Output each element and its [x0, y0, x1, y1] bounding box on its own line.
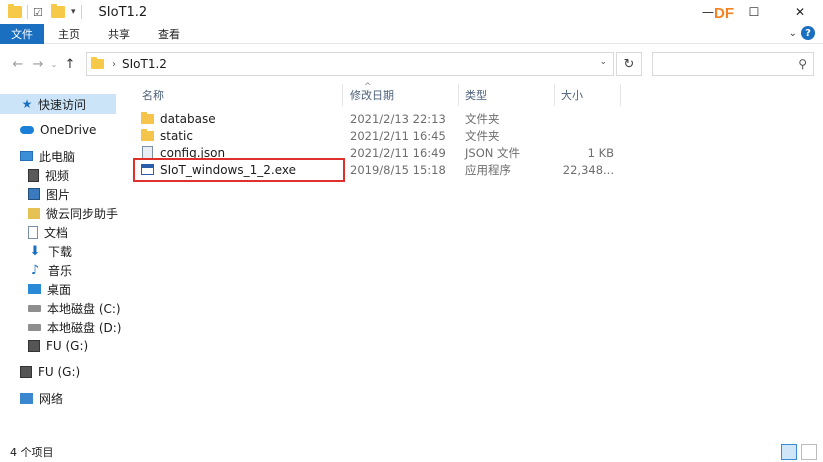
help-icon[interactable]: ?: [801, 26, 815, 40]
file-date: 2019/8/15 15:18: [350, 162, 446, 177]
sidebar-item-desktop[interactable]: 桌面: [0, 279, 71, 299]
desktop-icon: [28, 284, 41, 294]
refresh-button[interactable]: ↻: [616, 52, 642, 76]
sidebar-item-drive-c[interactable]: 本地磁盘 (C:): [0, 298, 121, 318]
forward-arrow-icon[interactable]: →: [28, 54, 48, 74]
sidebar-item-music[interactable]: ♪ 音乐: [0, 260, 72, 280]
maximize-button[interactable]: ☐: [731, 0, 777, 24]
chevron-right-icon[interactable]: ›: [112, 59, 116, 70]
sidebar-item-onedrive[interactable]: OneDrive: [0, 120, 96, 140]
music-icon: ♪: [30, 262, 40, 278]
computer-icon: [20, 151, 33, 161]
file-size: [548, 127, 614, 144]
folder-icon: [141, 111, 154, 124]
sidebar-item-drive-g-root[interactable]: FU (G:): [0, 362, 80, 382]
file-size: 22,348...: [562, 162, 614, 177]
file-list: 名称 ^ 修改日期 类型 大小 database 2021/2/13 22:13…: [128, 82, 823, 442]
pictures-icon: [28, 188, 40, 200]
up-arrow-icon[interactable]: ↑: [60, 54, 80, 74]
sidebar-item-network[interactable]: 网络: [0, 388, 63, 408]
column-divider[interactable]: [554, 84, 555, 106]
column-header-type[interactable]: 类型: [465, 84, 487, 106]
recent-locations-icon[interactable]: ⌄: [48, 54, 60, 74]
minimize-button[interactable]: —: [685, 0, 731, 24]
sidebar-item-documents[interactable]: 文档: [0, 222, 68, 242]
navigation-bar: ← → ⌄ ↑ › SIoT1.2 ⌄ ↻ ⚲: [0, 44, 823, 84]
refresh-icon: ↻: [623, 56, 635, 72]
divider: [27, 5, 28, 19]
highlight-annotation: [133, 158, 345, 182]
sidebar-item-videos[interactable]: 视频: [0, 165, 69, 185]
column-divider[interactable]: [458, 84, 459, 106]
star-icon: ★: [21, 97, 33, 111]
file-row[interactable]: static 2021/2/11 16:45 文件夹: [128, 127, 823, 144]
file-type: JSON 文件: [465, 145, 521, 160]
sidebar-item-pictures[interactable]: 图片: [0, 184, 70, 204]
download-icon: ⬇: [29, 243, 41, 259]
documents-icon: [28, 225, 38, 239]
usb-drive-icon: [28, 340, 40, 352]
tab-file[interactable]: 文件: [0, 23, 44, 44]
sidebar-item-quick-access[interactable]: ★ 快速访问: [0, 94, 116, 114]
customize-quick-access-icon[interactable]: ▾: [71, 7, 76, 17]
new-folder-icon[interactable]: [51, 4, 65, 18]
sidebar-item-weiyun[interactable]: 微云同步助手: [0, 203, 118, 223]
tab-view[interactable]: 查看: [144, 24, 194, 44]
ribbon-tabs: 文件 主页 共享 查看 ⌄ ?: [0, 23, 823, 44]
file-name: database: [160, 111, 216, 126]
close-button[interactable]: ✕: [777, 0, 823, 24]
network-icon: [20, 392, 33, 404]
address-path[interactable]: SIoT1.2: [122, 57, 167, 71]
sidebar-item-drive-d[interactable]: 本地磁盘 (D:): [0, 317, 121, 337]
column-header-name[interactable]: 名称: [142, 84, 164, 106]
file-date: 2021/2/11 16:45: [350, 128, 446, 143]
navigation-pane: ★ 快速访问 OneDrive 此电脑 视频 图片 微云同步助手 文档 ⬇ 下载 ♪…: [0, 84, 128, 442]
address-bar[interactable]: › SIoT1.2 ⌄: [86, 52, 614, 76]
file-size: [548, 110, 614, 127]
file-size: 1 KB: [587, 145, 614, 160]
column-divider[interactable]: [620, 84, 621, 106]
weiyun-icon: [28, 207, 40, 219]
sidebar-item-this-pc[interactable]: 此电脑: [0, 146, 75, 166]
usb-drive-icon: [20, 366, 32, 378]
file-type: 文件夹: [465, 128, 500, 143]
folder-icon: [91, 57, 104, 69]
file-type: 应用程序: [465, 162, 511, 177]
cloud-icon: [20, 126, 34, 134]
back-arrow-icon[interactable]: ←: [8, 54, 28, 74]
file-date: 2021/2/13 22:13: [350, 111, 446, 126]
expand-ribbon-icon[interactable]: ⌄: [789, 28, 797, 39]
search-icon[interactable]: ⚲: [798, 57, 807, 71]
drive-icon: [28, 304, 41, 312]
search-input[interactable]: ⚲: [652, 52, 814, 76]
tab-share[interactable]: 共享: [94, 24, 144, 44]
file-date: 2021/2/11 16:49: [350, 145, 446, 160]
column-header-size[interactable]: 大小: [561, 84, 583, 106]
title-bar: ☑ ▾ SIoT1.2 DF — ☐ ✕: [0, 0, 823, 24]
file-row[interactable]: database 2021/2/13 22:13 文件夹: [128, 110, 823, 127]
sidebar-item-downloads[interactable]: ⬇ 下载: [0, 241, 72, 261]
large-icons-view-button[interactable]: [801, 444, 817, 460]
file-name: static: [160, 128, 193, 143]
column-header-date[interactable]: 修改日期: [350, 84, 394, 106]
window-title: SIoT1.2: [98, 4, 148, 20]
drive-icon: [28, 323, 41, 331]
divider: [80, 5, 82, 19]
tab-home[interactable]: 主页: [44, 24, 94, 44]
properties-icon[interactable]: ☑: [33, 6, 45, 19]
video-icon: [28, 168, 39, 182]
details-view-button[interactable]: [781, 444, 797, 460]
file-type: 文件夹: [465, 111, 500, 126]
sidebar-item-drive-g[interactable]: FU (G:): [0, 336, 88, 356]
status-bar: 4 个项目: [0, 442, 823, 462]
column-divider[interactable]: [342, 84, 343, 106]
folder-icon: [141, 128, 154, 141]
chevron-down-icon[interactable]: ⌄: [599, 57, 607, 67]
folder-icon: [8, 4, 22, 18]
item-count: 4 个项目: [10, 446, 54, 459]
